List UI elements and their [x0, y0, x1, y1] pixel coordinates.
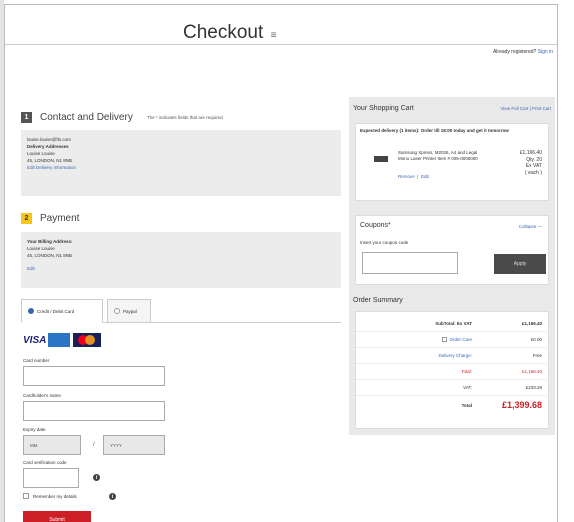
registered-prompt: Already registered? Sign in [493, 49, 553, 55]
summary-row-delivery: Delivery Charge: Free [356, 348, 550, 364]
order-summary-box: SubTotal: Ex VAT £1,166.40 Order Care £0… [355, 311, 550, 429]
checkout-page: Checkout ≡ Already registered? Sign in 1… [4, 4, 558, 522]
summary-value: Free [532, 353, 542, 358]
grand-total-value: £1,399.68 [501, 400, 542, 410]
tab-credit-debit-card-label: Credit / Debit Card [37, 308, 75, 314]
summary-row-total-ex-vat: Total: £1,166.40 [356, 364, 550, 380]
remove-item-link[interactable]: Remove [398, 174, 415, 179]
summary-value: £1,166.40 [521, 321, 542, 326]
cart-title: Your Shopping Cart [353, 105, 414, 112]
mastercard-logo-icon [73, 333, 101, 347]
order-care-checkbox[interactable]: Order Care [442, 337, 472, 343]
summary-value: £0.00 [530, 337, 542, 342]
summary-key: SubTotal: Ex VAT [435, 321, 472, 326]
contact-section-title: Contact and Delivery [40, 111, 133, 123]
delivery-address-line-1: Louise Louise [27, 151, 55, 156]
remember-info-icon[interactable]: i [109, 493, 116, 500]
payment-section-header: 2 Payment [21, 209, 79, 227]
cart-sidebar: Your Shopping Cart View Full Cart | Prin… [349, 97, 555, 435]
registered-text: Already registered? [492, 49, 537, 55]
edit-item-link[interactable]: Edit [421, 174, 429, 179]
printer-icon [374, 156, 388, 162]
radio-selected-icon [28, 308, 34, 314]
summary-key: VAT: [463, 385, 472, 390]
summary-value: £233.28 [525, 385, 542, 390]
payment-method-tabs: Credit / Debit Card Paypal [21, 299, 341, 323]
contact-section-header: 1 Contact and Delivery The * indicates f… [21, 108, 224, 126]
summary-row-subtotal: SubTotal: Ex VAT £1,166.40 [356, 316, 550, 332]
menu-icon: ≡ [270, 30, 277, 41]
page-title: Checkout ≡ [183, 22, 276, 44]
visa-logo-icon: VISA [23, 334, 47, 346]
cvc-info-icon[interactable]: i [93, 474, 100, 481]
cardholder-name-input[interactable] [23, 401, 165, 421]
order-summary-title: Order Summary [353, 297, 403, 304]
expiry-date-label: Expiry date [23, 427, 46, 432]
expiry-year-select[interactable]: YYYY [103, 435, 165, 455]
page-header: Checkout ≡ [5, 5, 557, 45]
expiry-month-select[interactable]: MM [23, 435, 81, 455]
summary-key: Order Care [449, 337, 472, 342]
collapse-coupon-link[interactable]: Collapse — [519, 224, 542, 229]
item-unit-note: ( each ) [525, 169, 542, 176]
card-number-input[interactable] [23, 366, 165, 386]
summary-key: Total [461, 403, 472, 408]
summary-value: £1,166.40 [521, 369, 542, 374]
tab-credit-debit-card[interactable]: Credit / Debit Card [21, 299, 103, 323]
step-1-badge: 1 [21, 111, 32, 123]
item-price-block: £1,166.40 Qty. 20 Ex VAT ( each ) [520, 150, 542, 176]
coupon-title: Coupons* [360, 222, 391, 229]
tab-paypal-label: Paypal [123, 308, 137, 314]
required-note: The * indicates fields that are required… [146, 114, 224, 120]
expiry-separator: / [93, 442, 95, 448]
coupon-box: Coupons* Collapse — Insert your coupon c… [355, 215, 549, 285]
submit-button[interactable]: Submit [23, 511, 91, 522]
checkbox-icon [23, 493, 29, 499]
action-separator: | [417, 174, 419, 179]
billing-address-line-2: 45, LONDON, N1 8NB [27, 253, 73, 258]
billing-info-box: Your Billing Address: Louise Louise 45, … [21, 232, 341, 288]
item-description: Samsung Xpress, M2026, A4 and Legal Mono… [398, 150, 478, 161]
remember-details-label: Remember my details [33, 493, 77, 499]
delivery-addresses-label: Delivery Addresses [27, 144, 69, 149]
billing-address-line-1: Louise Louise [27, 246, 55, 251]
coupon-code-input[interactable] [362, 252, 458, 274]
billing-address-label: Your Billing Address: [27, 239, 73, 244]
sign-in-link[interactable]: Sign in [538, 49, 553, 55]
card-number-label: Card number [23, 358, 50, 363]
radio-unselected-icon [114, 308, 120, 314]
cvc-label: Card verification code [23, 460, 67, 465]
item-price: £1,166.40 [519, 150, 542, 156]
payment-section-title: Payment [40, 212, 80, 224]
edit-billing-link[interactable]: Edit [27, 266, 35, 271]
delivery-info-box: louise.louise@fts.com Delivery Addresses… [21, 130, 341, 196]
checkbox-icon [442, 337, 448, 343]
cardholder-name-label: Cardholder's name [23, 393, 61, 398]
cvc-input[interactable] [23, 468, 79, 488]
card-brand-logos: VISA [23, 333, 101, 347]
item-actions: Remove | Edit [398, 174, 429, 180]
coupon-code-label: Insert your coupon code [360, 240, 409, 245]
delivery-address-line-2: 45, LONDON, N1 8NB [27, 158, 73, 163]
page-title-text: Checkout [183, 22, 264, 43]
summary-row-vat: VAT: £233.28 [356, 380, 550, 396]
remember-details-checkbox[interactable]: Remember my details [23, 493, 77, 499]
summary-key: Total: [461, 369, 472, 374]
expected-delivery-text: Expected delivery (1 items): Order till … [360, 128, 509, 133]
summary-row-grand-total: Total £1,399.68 [356, 398, 550, 418]
apply-coupon-button[interactable]: Apply [494, 254, 546, 274]
contact-email: louise.louise@fts.com [27, 137, 71, 142]
summary-key: Delivery Charge: [438, 353, 472, 358]
tab-paypal[interactable]: Paypal [107, 299, 151, 323]
view-print-cart-link[interactable]: View Full Cart | Print Cart [500, 106, 551, 111]
step-2-badge: 2 [21, 212, 32, 224]
amex-logo-icon [48, 333, 70, 347]
cart-item-box: Expected delivery (1 items): Order till … [355, 123, 549, 201]
edit-delivery-link[interactable]: Edit Delivery Information [27, 165, 76, 170]
summary-row-order-care: Order Care £0.00 [356, 332, 550, 348]
